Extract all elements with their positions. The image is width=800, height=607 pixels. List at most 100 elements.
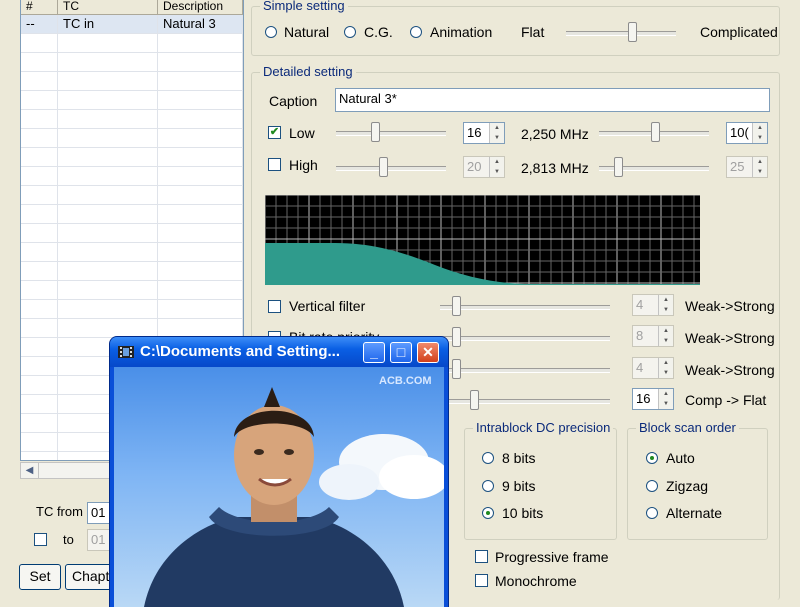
column-header-tc[interactable]: TC bbox=[58, 0, 158, 14]
scan-auto-radio[interactable] bbox=[646, 452, 658, 464]
filter4-value: 16 bbox=[636, 391, 651, 406]
set-button[interactable]: Set bbox=[19, 564, 61, 590]
spin-arrows-icon[interactable]: ▲ ▼ bbox=[489, 157, 504, 177]
vertical-filter-slider-thumb[interactable] bbox=[452, 296, 461, 316]
table-cell bbox=[158, 300, 243, 318]
table-cell bbox=[21, 452, 58, 460]
preview-window[interactable]: C:\Documents and Setting... _ □ ✕ ACB.CO… bbox=[110, 337, 448, 607]
filter3-slider-thumb[interactable] bbox=[452, 359, 461, 379]
filter-range-label-4: Comp -> Flat bbox=[685, 392, 767, 408]
tc-from-input[interactable]: 01 bbox=[87, 502, 112, 524]
column-header-number[interactable]: # bbox=[21, 0, 58, 14]
table-cell bbox=[58, 262, 158, 280]
complexity-slider-thumb[interactable] bbox=[628, 22, 637, 42]
chapter-button[interactable]: Chapte bbox=[65, 564, 113, 590]
vertical-filter-checkbox[interactable] bbox=[268, 300, 281, 313]
filter4-slider-thumb[interactable] bbox=[470, 390, 479, 410]
high-slider-track[interactable] bbox=[336, 166, 446, 171]
film-icon bbox=[118, 346, 134, 358]
high-spinbox[interactable]: 20 ▲ ▼ bbox=[463, 156, 505, 178]
table-cell bbox=[158, 53, 243, 71]
high-spinbox2[interactable]: 25 ▲ ▼ bbox=[726, 156, 768, 178]
vertical-filter-slider-track[interactable] bbox=[440, 305, 610, 310]
spin-arrows-icon[interactable]: ▲ ▼ bbox=[752, 123, 767, 143]
table-row[interactable]: -- TC in Natural 3 bbox=[21, 15, 243, 34]
table-row[interactable] bbox=[21, 53, 243, 72]
table-row[interactable] bbox=[21, 148, 243, 167]
table-row[interactable] bbox=[21, 224, 243, 243]
spin-arrows-icon[interactable]: ▲ ▼ bbox=[658, 295, 673, 315]
table-cell bbox=[21, 148, 58, 166]
high-slider-thumb[interactable] bbox=[379, 157, 388, 177]
monochrome-checkbox[interactable] bbox=[475, 574, 488, 587]
progressive-frame-checkbox[interactable] bbox=[475, 550, 488, 563]
caption-input[interactable]: Natural 3* bbox=[335, 88, 770, 112]
low-spinbox2[interactable]: 10( ▲ ▼ bbox=[726, 122, 768, 144]
table-row[interactable] bbox=[21, 110, 243, 129]
scroll-left-icon[interactable]: ◀ bbox=[21, 463, 39, 478]
table-row[interactable] bbox=[21, 319, 243, 338]
dc-10bits-label: 10 bits bbox=[502, 505, 544, 521]
bitrate-spinbox[interactable]: 8 ▲ ▼ bbox=[632, 325, 674, 347]
table-cell bbox=[58, 205, 158, 223]
low-spinbox[interactable]: 16 ▲ ▼ bbox=[463, 122, 505, 144]
spin-arrows-icon[interactable]: ▲ ▼ bbox=[658, 389, 673, 409]
dc-9bits-radio[interactable] bbox=[482, 480, 494, 492]
low-slider-track[interactable] bbox=[336, 131, 446, 136]
scan-zigzag-radio[interactable] bbox=[646, 480, 658, 492]
table-row[interactable] bbox=[21, 205, 243, 224]
table-row[interactable] bbox=[21, 167, 243, 186]
table-row[interactable] bbox=[21, 186, 243, 205]
filter3-slider-track[interactable] bbox=[440, 368, 610, 373]
table-cell bbox=[158, 110, 243, 128]
bitrate-slider-track[interactable] bbox=[440, 336, 610, 341]
maximize-button[interactable]: □ bbox=[390, 342, 412, 363]
dc-8bits-radio[interactable] bbox=[482, 452, 494, 464]
table-cell bbox=[58, 110, 158, 128]
table-row[interactable] bbox=[21, 262, 243, 281]
bitrate-slider-thumb[interactable] bbox=[452, 327, 461, 347]
close-button[interactable]: ✕ bbox=[417, 342, 439, 363]
table-cell bbox=[58, 224, 158, 242]
vertical-filter-spinbox[interactable]: 4 ▲ ▼ bbox=[632, 294, 674, 316]
column-header-description[interactable]: Description bbox=[158, 0, 243, 14]
spin-arrows-icon[interactable]: ▲ ▼ bbox=[658, 358, 673, 378]
high-slider2-thumb[interactable] bbox=[614, 157, 623, 177]
animation-radio[interactable] bbox=[410, 26, 422, 38]
filter4-slider-track[interactable] bbox=[440, 399, 610, 404]
spin-arrows-icon[interactable]: ▲ ▼ bbox=[489, 123, 504, 143]
scan-alternate-radio[interactable] bbox=[646, 507, 658, 519]
spin-arrows-icon[interactable]: ▲ ▼ bbox=[658, 326, 673, 346]
table-row[interactable] bbox=[21, 34, 243, 53]
table-row[interactable] bbox=[21, 91, 243, 110]
filter3-spinbox[interactable]: 4 ▲ ▼ bbox=[632, 357, 674, 379]
dc-10bits-radio[interactable] bbox=[482, 507, 494, 519]
low-frequency: 2,250 MHz bbox=[521, 126, 589, 142]
table-row[interactable] bbox=[21, 129, 243, 148]
preview-window-titlebar[interactable]: C:\Documents and Setting... _ □ ✕ bbox=[110, 337, 448, 367]
table-row[interactable] bbox=[21, 72, 243, 91]
dc-9bits-label: 9 bits bbox=[502, 478, 536, 494]
minimize-button[interactable]: _ bbox=[363, 342, 385, 363]
table-cell bbox=[21, 433, 58, 451]
table-cell bbox=[158, 243, 243, 261]
table-row[interactable] bbox=[21, 243, 243, 262]
table-row[interactable] bbox=[21, 281, 243, 300]
high-spin-value: 20 bbox=[467, 159, 482, 174]
natural-radio[interactable] bbox=[265, 26, 277, 38]
high-checkbox[interactable] bbox=[268, 158, 281, 171]
table-row[interactable] bbox=[21, 300, 243, 319]
table-cell bbox=[58, 167, 158, 185]
cg-radio[interactable] bbox=[344, 26, 356, 38]
row-number: -- bbox=[21, 15, 58, 33]
spin-arrows-icon[interactable]: ▲ ▼ bbox=[752, 157, 767, 177]
low-checkbox[interactable]: ✔ bbox=[268, 126, 281, 139]
low-slider2-thumb[interactable] bbox=[651, 122, 660, 142]
complexity-slider-track[interactable] bbox=[566, 31, 676, 36]
tc-to-checkbox[interactable] bbox=[34, 533, 47, 546]
video-preview: ACB.COM bbox=[114, 367, 444, 607]
table-cell bbox=[21, 414, 58, 432]
low-slider-thumb[interactable] bbox=[371, 122, 380, 142]
filter4-spinbox[interactable]: 16 ▲ ▼ bbox=[632, 388, 674, 410]
tc-to-input[interactable]: 01 bbox=[87, 529, 112, 551]
